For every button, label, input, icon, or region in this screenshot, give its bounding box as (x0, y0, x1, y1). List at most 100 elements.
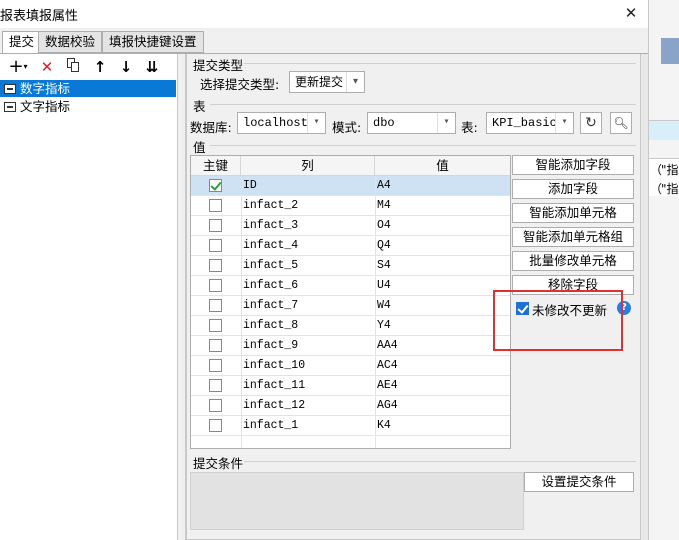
primary-key-checkbox[interactable] (209, 239, 222, 252)
value-cell: Q4 (377, 239, 391, 252)
submit-condition-area[interactable] (190, 472, 524, 530)
column-name-cell: infact_10 (243, 359, 306, 372)
primary-key-checkbox[interactable] (209, 399, 222, 412)
column-name-cell: infact_6 (243, 279, 299, 292)
tab-data-validation[interactable]: 数据校验 (38, 31, 103, 53)
smart-add-field-button[interactable]: 智能添加字段 (512, 155, 634, 175)
smart-add-cell-button[interactable]: 智能添加单元格 (512, 203, 634, 223)
primary-key-checkbox[interactable] (209, 379, 222, 392)
add-icon: +▾ (8, 56, 28, 77)
tab-shortcut-settings[interactable]: 填报快捷键设置 (102, 31, 204, 53)
value-cell: AC4 (377, 359, 398, 372)
refresh-button[interactable]: ↻ (580, 112, 602, 134)
tab-submit[interactable]: 提交 (2, 31, 42, 54)
section-submit-condition: 提交条件 (193, 456, 244, 471)
bg-header-block (661, 38, 679, 64)
database-select[interactable]: localhost ▾ (237, 112, 326, 134)
column-name-cell: infact_1 (243, 419, 299, 432)
column-name-cell: infact_2 (243, 199, 299, 212)
primary-key-checkbox[interactable] (209, 279, 222, 292)
column-header-column: 列 (241, 156, 375, 176)
tab-label: 数据校验 (45, 34, 96, 49)
delete-button[interactable]: ✕ (37, 58, 57, 76)
table-row[interactable]: infact_10 AC4 (191, 356, 510, 376)
close-button[interactable]: ✕ (620, 2, 642, 24)
primary-key-checkbox[interactable] (209, 259, 222, 272)
column-name-cell: infact_11 (243, 379, 306, 392)
primary-key-checkbox[interactable] (209, 359, 222, 372)
table-row[interactable]: infact_12 AG4 (191, 396, 510, 416)
table-row[interactable]: infact_1 K4 (191, 416, 510, 436)
value-cell: M4 (377, 199, 391, 212)
table-row[interactable]: infact_11 AE4 (191, 376, 510, 396)
table-select[interactable]: KPI_basic ▾ (486, 112, 574, 134)
column-name-cell: infact_9 (243, 339, 299, 352)
primary-key-checkbox[interactable] (209, 219, 222, 232)
chevron-down-icon: ▾ (555, 113, 573, 133)
tab-label: 提交 (9, 34, 35, 49)
table-row[interactable]: infact_2 M4 (191, 196, 510, 216)
schema-select[interactable]: dbo ▾ (367, 112, 456, 134)
primary-key-checkbox[interactable] (209, 339, 222, 352)
add-button[interactable]: +▾ (5, 58, 31, 76)
bg-cell-text: "指 (661, 163, 679, 177)
database-label: 数据库: (190, 120, 232, 135)
title-bar: 报表填报属性 ✕ (0, 0, 648, 28)
value-cell: Y4 (377, 319, 391, 332)
primary-key-checkbox[interactable] (209, 299, 222, 312)
tree-item-label: 文字指标 (20, 99, 71, 114)
move-up-button[interactable]: ↑ (90, 58, 110, 76)
submit-type-label: 选择提交类型: (200, 77, 280, 92)
table-row[interactable]: infact_9 AA4 (191, 336, 510, 356)
submit-type-select[interactable]: 更新提交 ▾ (289, 71, 365, 93)
table-row[interactable]: ID A4 (191, 176, 510, 196)
column-header-key: 主键 (191, 156, 241, 176)
primary-key-checkbox[interactable] (209, 419, 222, 432)
tree-item-text-indicator[interactable]: 文字指标 (0, 98, 176, 115)
move-bottom-icon: ⇊ (145, 58, 159, 76)
submit-type-value: 更新提交 (295, 75, 344, 89)
refresh-icon: ↻ (585, 115, 597, 131)
section-table: 表 (193, 99, 206, 114)
tree-node-icon (4, 102, 16, 112)
set-submit-condition-button[interactable]: 设置提交条件 (524, 472, 634, 492)
add-field-button[interactable]: 添加字段 (512, 179, 634, 199)
chevron-down-icon: ▾ (307, 113, 325, 133)
value-cell: U4 (377, 279, 391, 292)
primary-key-checkbox[interactable] (209, 199, 222, 212)
tree-item-numeric-indicator[interactable]: 数字指标 (0, 80, 176, 97)
primary-key-checkbox[interactable] (209, 179, 222, 192)
table-row[interactable]: infact_5 S4 (191, 256, 510, 276)
value-cell: O4 (377, 219, 391, 232)
panel-splitter[interactable] (178, 54, 186, 540)
table-row[interactable]: infact_8 Y4 (191, 316, 510, 336)
value-cell: A4 (377, 179, 391, 192)
chevron-down-icon: ▾ (437, 113, 455, 133)
column-name-cell: infact_5 (243, 259, 299, 272)
primary-key-checkbox[interactable] (209, 319, 222, 332)
column-divider (241, 176, 242, 448)
bg-selected-row (649, 120, 679, 140)
column-divider (375, 176, 376, 448)
column-name-cell: infact_7 (243, 299, 299, 312)
database-value: localhost (243, 116, 308, 130)
table-row[interactable]: infact_4 Q4 (191, 236, 510, 256)
table-row[interactable]: infact_7 W4 (191, 296, 510, 316)
table-row[interactable]: infact_3 O4 (191, 216, 510, 236)
move-down-button[interactable]: ↓ (116, 58, 136, 76)
smart-add-cell-group-button[interactable]: 智能添加单元格组 (512, 227, 634, 247)
preview-button[interactable]: 🔍︎ (610, 112, 632, 134)
close-icon: ✕ (624, 4, 638, 22)
value-cell: AG4 (377, 399, 398, 412)
vertical-scrollbar[interactable] (641, 54, 648, 540)
column-name-cell: infact_4 (243, 239, 299, 252)
field-table: 主键 列 值 ID A4 infact_2 M4 infact_3 O4 infact_4 Q… (190, 155, 511, 449)
section-divider (210, 104, 636, 105)
section-divider (244, 63, 636, 64)
table-value: KPI_basic (492, 116, 557, 130)
move-bottom-button[interactable]: ⇊ (142, 58, 162, 76)
schema-value: dbo (373, 116, 395, 130)
table-row[interactable]: infact_6 U4 (191, 276, 510, 296)
batch-modify-cell-button[interactable]: 批量修改单元格 (512, 251, 634, 271)
copy-button[interactable] (63, 58, 83, 76)
